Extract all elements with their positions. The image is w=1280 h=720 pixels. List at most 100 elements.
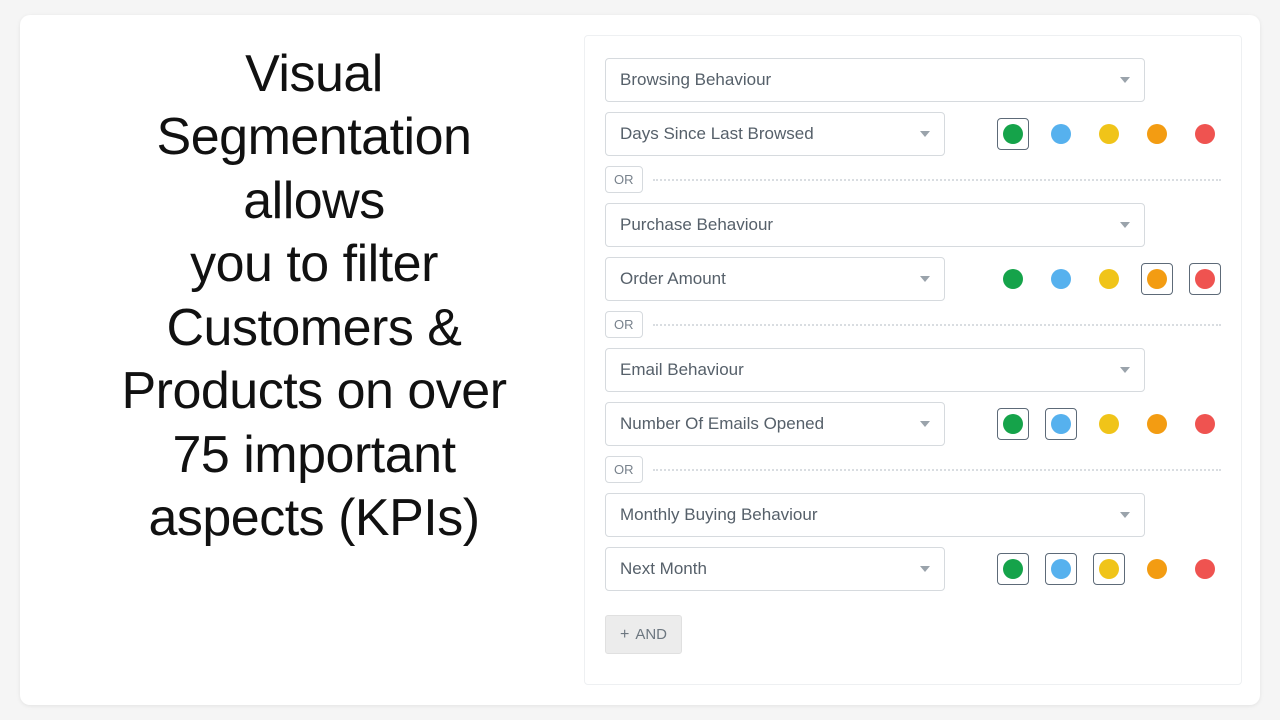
and-label: AND <box>635 626 667 643</box>
dot-yellow-fill <box>1099 414 1119 434</box>
headline-line: Segmentation <box>121 106 506 169</box>
dot-orange-fill <box>1147 414 1167 434</box>
metric-row: Days Since Last Browsed <box>605 112 1221 156</box>
dot-yellow-fill <box>1099 269 1119 289</box>
headline-line: allows <box>121 170 506 233</box>
dot-orange[interactable] <box>1141 118 1173 150</box>
dot-blue[interactable] <box>1045 553 1077 585</box>
card: VisualSegmentationallowsyou to filterCus… <box>20 15 1260 705</box>
dot-blue[interactable] <box>1045 263 1077 295</box>
dot-blue-fill <box>1051 124 1071 144</box>
dot-green-fill <box>1003 269 1023 289</box>
dot-red-fill <box>1195 414 1215 434</box>
dot-red[interactable] <box>1189 553 1221 585</box>
metric-row: Order Amount <box>605 257 1221 301</box>
chevron-down-icon <box>1120 222 1130 228</box>
metric-select-label: Days Since Last Browsed <box>620 124 814 144</box>
chevron-down-icon <box>920 276 930 282</box>
dot-green-fill <box>1003 414 1023 434</box>
dot-blue[interactable] <box>1045 118 1077 150</box>
segmentation-builder: Browsing Behaviour Days Since Last Brows… <box>584 35 1242 685</box>
dot-blue-fill <box>1051 414 1071 434</box>
dot-yellow-fill <box>1099 124 1119 144</box>
headline-line: 75 important <box>121 424 506 487</box>
dot-blue[interactable] <box>1045 408 1077 440</box>
headline-line: Visual <box>121 43 506 106</box>
category-select[interactable]: Monthly Buying Behaviour <box>605 493 1145 537</box>
dot-yellow[interactable] <box>1093 263 1125 295</box>
add-and-button[interactable]: + AND <box>605 615 682 654</box>
filter-block: Monthly Buying Behaviour Next Month <box>605 493 1221 591</box>
dot-yellow[interactable] <box>1093 118 1125 150</box>
color-picker <box>997 263 1221 295</box>
dot-green[interactable] <box>997 553 1029 585</box>
metric-select[interactable]: Order Amount <box>605 257 945 301</box>
dot-orange-fill <box>1147 124 1167 144</box>
category-select[interactable]: Email Behaviour <box>605 348 1145 392</box>
metric-select-label: Number Of Emails Opened <box>620 414 824 434</box>
chevron-down-icon <box>920 566 930 572</box>
metric-row: Number Of Emails Opened <box>605 402 1221 446</box>
dot-orange[interactable] <box>1141 263 1173 295</box>
or-badge: OR <box>605 311 643 338</box>
metric-row: Next Month <box>605 547 1221 591</box>
dot-red[interactable] <box>1189 263 1221 295</box>
copy-panel: VisualSegmentationallowsyou to filterCus… <box>44 35 584 685</box>
dot-orange-fill <box>1147 559 1167 579</box>
dot-yellow-fill <box>1099 559 1119 579</box>
category-select-label: Browsing Behaviour <box>620 70 771 90</box>
filter-block: Email Behaviour Number Of Emails Opened … <box>605 348 1221 483</box>
dot-red[interactable] <box>1189 118 1221 150</box>
chevron-down-icon <box>1120 77 1130 83</box>
dot-yellow[interactable] <box>1093 408 1125 440</box>
category-select-label: Monthly Buying Behaviour <box>620 505 818 525</box>
or-separator: OR <box>605 456 1221 483</box>
dashed-line <box>653 469 1222 471</box>
category-select[interactable]: Browsing Behaviour <box>605 58 1145 102</box>
color-picker <box>997 408 1221 440</box>
dot-red-fill <box>1195 124 1215 144</box>
chevron-down-icon <box>920 131 930 137</box>
category-select-label: Purchase Behaviour <box>620 215 773 235</box>
chevron-down-icon <box>920 421 930 427</box>
filter-block: Purchase Behaviour Order Amount OR <box>605 203 1221 338</box>
dot-green[interactable] <box>997 118 1029 150</box>
dot-green-fill <box>1003 124 1023 144</box>
dot-orange[interactable] <box>1141 553 1173 585</box>
or-separator: OR <box>605 311 1221 338</box>
dot-blue-fill <box>1051 269 1071 289</box>
metric-select-label: Order Amount <box>620 269 726 289</box>
headline-line: you to filter <box>121 233 506 296</box>
metric-select[interactable]: Next Month <box>605 547 945 591</box>
metric-select[interactable]: Number Of Emails Opened <box>605 402 945 446</box>
dashed-line <box>653 324 1222 326</box>
or-separator: OR <box>605 166 1221 193</box>
dot-green[interactable] <box>997 408 1029 440</box>
metric-select-label: Next Month <box>620 559 707 579</box>
color-picker <box>997 553 1221 585</box>
category-select[interactable]: Purchase Behaviour <box>605 203 1145 247</box>
or-badge: OR <box>605 166 643 193</box>
dashed-line <box>653 179 1222 181</box>
headline-line: Customers & <box>121 297 506 360</box>
headline: VisualSegmentationallowsyou to filterCus… <box>121 35 506 551</box>
or-badge: OR <box>605 456 643 483</box>
dot-red[interactable] <box>1189 408 1221 440</box>
headline-line: aspects (KPIs) <box>121 487 506 550</box>
dot-green-fill <box>1003 559 1023 579</box>
headline-line: Products on over <box>121 360 506 423</box>
plus-icon: + <box>620 627 629 643</box>
dot-green[interactable] <box>997 263 1029 295</box>
dot-orange[interactable] <box>1141 408 1173 440</box>
dot-blue-fill <box>1051 559 1071 579</box>
color-picker <box>997 118 1221 150</box>
chevron-down-icon <box>1120 512 1130 518</box>
dot-red-fill <box>1195 559 1215 579</box>
category-select-label: Email Behaviour <box>620 360 744 380</box>
filter-block: Browsing Behaviour Days Since Last Brows… <box>605 58 1221 193</box>
metric-select[interactable]: Days Since Last Browsed <box>605 112 945 156</box>
chevron-down-icon <box>1120 367 1130 373</box>
dot-red-fill <box>1195 269 1215 289</box>
dot-orange-fill <box>1147 269 1167 289</box>
dot-yellow[interactable] <box>1093 553 1125 585</box>
